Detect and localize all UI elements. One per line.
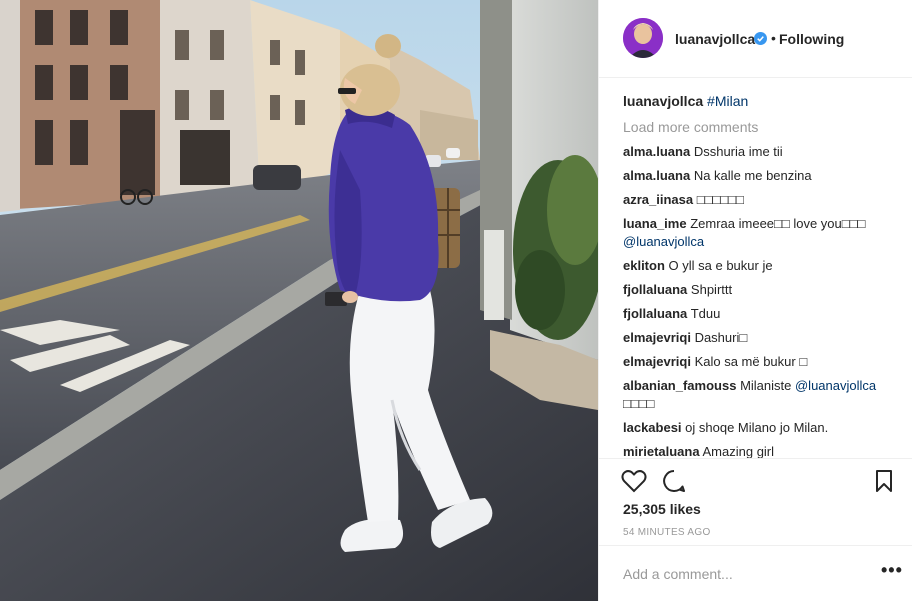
comment-text: Zemraa imeee□□ love you□□□	[690, 216, 866, 231]
comment-item: azra_iinasa □□□□□□	[623, 191, 903, 209]
comment-item: alma.luana Na kalle me benzina	[623, 167, 903, 185]
comment-item: ekliton O yll sa e bukur je	[623, 257, 903, 275]
comment-text: oj shoqe Milano jo Milan.	[685, 420, 829, 435]
username-link[interactable]: luanavjollca	[675, 31, 755, 47]
comment-username[interactable]: alma.luana	[623, 168, 690, 183]
hashtag-link[interactable]: #Milan	[707, 93, 748, 109]
comment-text: Dashuri□	[694, 330, 748, 345]
caption-username[interactable]: luanavjollca	[623, 93, 703, 109]
comment-item: fjollaluana Tduu	[623, 305, 903, 323]
mention-link[interactable]: @luanavjollca	[795, 378, 876, 393]
separator-dot: •	[771, 30, 776, 46]
comment-text: Tduu	[690, 306, 721, 321]
comment-item: lackabesi oj shoqe Milano jo Milan.	[623, 419, 903, 437]
likes-count[interactable]: 25,305 likes	[623, 501, 701, 517]
comment-username[interactable]: ekliton	[623, 258, 665, 273]
post-side-panel: luanavjollca • Following luanavjollca #M…	[598, 0, 912, 601]
mention-link[interactable]: @luanavjollca	[623, 234, 704, 249]
verified-badge-icon	[754, 32, 767, 45]
comment-item: elmajevriqi Dashuri□	[623, 329, 903, 347]
comment-text: Na kalle me benzina	[693, 168, 812, 183]
post-timestamp[interactable]: 54 MINUTES AGO	[623, 527, 711, 538]
comment-text: Milaniste	[740, 378, 792, 393]
avatar-image	[623, 18, 663, 58]
post-photo[interactable]	[0, 0, 598, 601]
comment-username[interactable]: luana_ime	[623, 216, 687, 231]
comment-text-continued: □□□□	[623, 396, 655, 411]
comment-item: fjollaluana Shpirttt	[623, 281, 903, 299]
comment-text: Shpirttt	[690, 282, 733, 297]
comment-text: □□□□□□	[696, 192, 744, 207]
street-photo	[0, 0, 598, 601]
comment-text: Dsshuria ime tii	[693, 144, 783, 159]
comment-username[interactable]: alma.luana	[623, 144, 690, 159]
comments-list[interactable]: luanavjollca #Milan Load more comments a…	[623, 78, 903, 458]
comment-username[interactable]: fjollaluana	[623, 282, 687, 297]
comment-item: mirietaluana Amazing girl	[623, 443, 903, 458]
comment-username[interactable]: elmajevriqi	[623, 330, 691, 345]
post-header: luanavjollca • Following	[599, 0, 912, 78]
post-actions-bar	[599, 458, 912, 498]
comment-text: O yll sa e bukur je	[668, 258, 773, 273]
comment-item: albanian_famouss Milaniste @luanavjollca…	[623, 377, 903, 413]
comment-item: elmajevriqi Kalo sa më bukur □	[623, 353, 903, 371]
post-caption: luanavjollca #Milan	[623, 93, 748, 109]
load-more-comments-button[interactable]: Load more comments	[623, 119, 758, 135]
comment-username[interactable]: azra_iinasa	[623, 192, 693, 207]
comment-item: alma.luana Dsshuria ime tii	[623, 143, 903, 161]
comment-username[interactable]: elmajevriqi	[623, 354, 691, 369]
heart-icon[interactable]	[621, 469, 647, 493]
more-options-button[interactable]: •••	[881, 560, 903, 581]
comment-item: luana_ime Zemraa imeee□□ love you□□□ @lu…	[623, 215, 903, 251]
instagram-post: luanavjollca • Following luanavjollca #M…	[0, 0, 912, 601]
add-comment-section: Add a comment... •••	[599, 545, 912, 601]
comment-username[interactable]: mirietaluana	[623, 444, 700, 458]
comment-username[interactable]: albanian_famouss	[623, 378, 736, 393]
add-comment-input[interactable]: Add a comment...	[623, 566, 733, 582]
comment-username[interactable]: fjollaluana	[623, 306, 687, 321]
avatar[interactable]	[623, 18, 663, 58]
comment-icon[interactable]	[662, 469, 686, 493]
comment-text: Kalo sa më bukur □	[694, 354, 808, 369]
comment-text: Amazing girl	[702, 444, 775, 458]
following-button[interactable]: Following	[779, 31, 844, 47]
comment-username[interactable]: lackabesi	[623, 420, 682, 435]
bookmark-icon[interactable]	[875, 469, 893, 493]
